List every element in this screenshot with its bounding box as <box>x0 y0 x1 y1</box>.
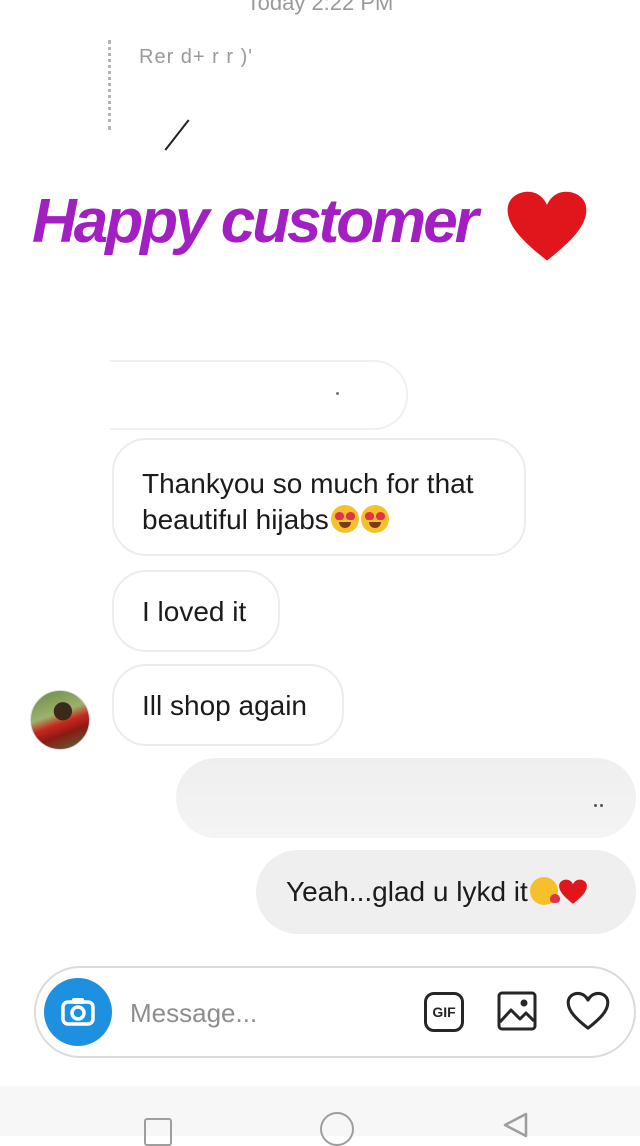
message-input[interactable] <box>128 992 402 1034</box>
image-icon[interactable] <box>496 990 538 1032</box>
camera-button[interactable] <box>44 978 112 1046</box>
happy-customer-overlay-title: Happy customer <box>32 187 479 256</box>
gif-button[interactable]: GIF <box>424 992 464 1032</box>
heart-outline-icon[interactable] <box>566 990 610 1032</box>
reply-preview[interactable]: Rer d+ r r )' <box>108 40 411 130</box>
home-icon[interactable] <box>320 1112 354 1146</box>
camera-icon <box>61 998 95 1026</box>
message-text: Yeah...glad u lykd it <box>286 876 528 907</box>
sender-avatar[interactable] <box>30 690 90 750</box>
message-composer: GIF <box>34 966 636 1058</box>
redacted-message-bubble <box>176 758 636 838</box>
red-heart-icon <box>507 191 587 261</box>
redacted-dot <box>336 392 339 395</box>
redacted-dot <box>600 804 603 807</box>
system-navigation-bar <box>0 1086 640 1146</box>
redacted-dot <box>594 804 597 807</box>
redacted-message-bubble <box>110 360 408 430</box>
outgoing-message-bubble[interactable]: Yeah...glad u lykd it <box>256 850 636 934</box>
kissing-face-emoji <box>529 877 560 905</box>
incoming-message-bubble[interactable]: Thankyou so much for that beautiful hija… <box>112 438 526 556</box>
incoming-message-bubble[interactable]: I loved it <box>112 570 280 652</box>
message-timestamp: Today 2:22 PM <box>246 0 394 15</box>
reply-preview-text: Rer d+ r r )' <box>139 46 254 68</box>
message-text: Ill shop again <box>142 690 308 721</box>
heart-eyes-emoji <box>330 505 359 533</box>
heart-eyes-emoji <box>360 505 389 533</box>
incoming-message-bubble[interactable]: Ill shop again <box>112 664 344 746</box>
red-heart-emoji <box>558 879 587 904</box>
message-text: I loved it <box>142 596 247 627</box>
message-text: Thankyou so much for that beautiful hija… <box>142 468 474 535</box>
recent-apps-icon[interactable] <box>144 1118 172 1146</box>
